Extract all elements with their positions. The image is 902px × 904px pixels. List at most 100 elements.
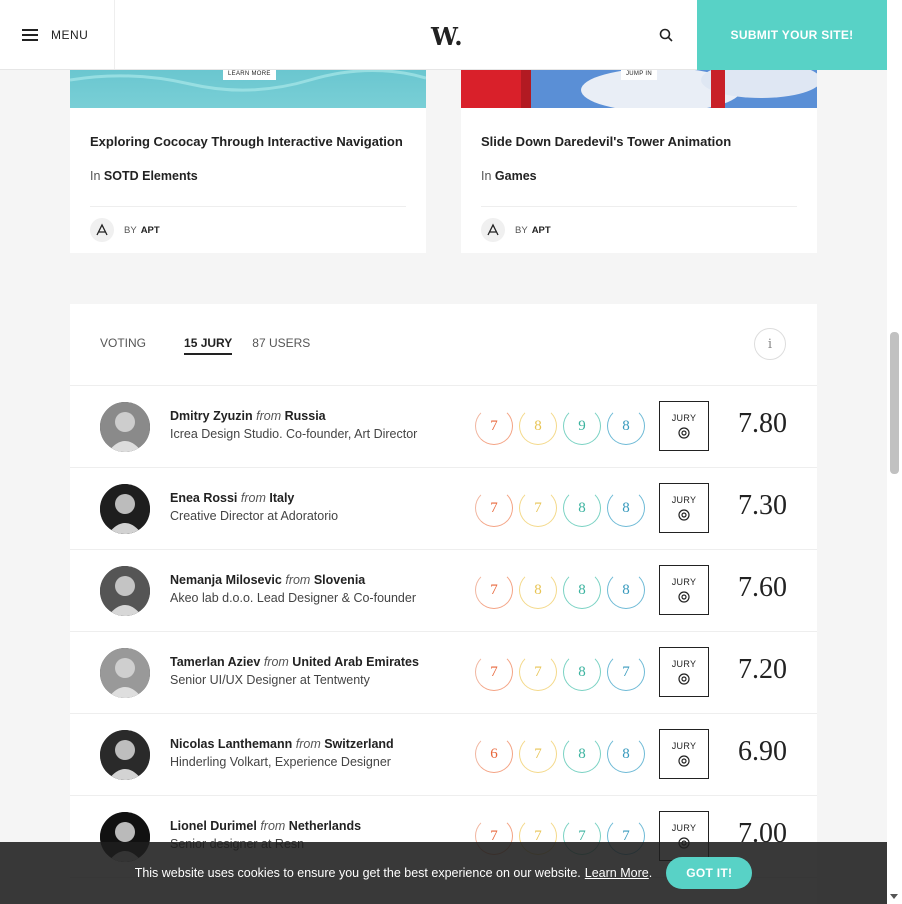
category-prefix: In	[90, 169, 101, 183]
juror-role: Senior UI/UX Designer at Tentwenty	[170, 673, 370, 687]
from-label: from	[256, 409, 282, 423]
from-label: from	[295, 737, 321, 751]
juror-role: Icrea Design Studio. Co-founder, Art Dir…	[170, 427, 418, 441]
juror-avatar[interactable]	[100, 402, 150, 452]
menu-button[interactable]: MENU	[0, 0, 115, 69]
jury-row: Dmitry Zyuzin from Russia Icrea Design St…	[70, 386, 817, 468]
jury-icon	[678, 591, 690, 603]
juror-name[interactable]: Nemanja Milosevic	[170, 573, 282, 587]
jury-label: JURY	[671, 659, 697, 669]
juror-name[interactable]: Dmitry Zyuzin	[170, 409, 253, 423]
accept-cookies-button[interactable]: GOT IT!	[666, 857, 753, 889]
author-line: BY APT	[90, 218, 160, 242]
jury-badge: JURY	[659, 565, 709, 615]
juror-role: Hinderling Volkart, Experience Designer	[170, 755, 391, 769]
juror-country: Russia	[284, 409, 326, 423]
usability-score: 8	[519, 407, 557, 445]
juror-name[interactable]: Enea Rossi	[170, 491, 237, 505]
info-button[interactable]: i	[754, 328, 786, 360]
voting-tabs: VOTING 15 JURY 87 USERS	[100, 336, 330, 355]
usability-score: 7	[519, 653, 557, 691]
author-avatar[interactable]	[481, 218, 505, 242]
juror-name-line: Nicolas Lanthemann from Switzerland	[170, 737, 394, 751]
content-score: 7	[607, 653, 645, 691]
jury-badge: JURY	[659, 647, 709, 697]
divider	[90, 206, 406, 207]
jury-icon	[678, 755, 690, 767]
juror-country: Slovenia	[313, 573, 366, 587]
awwwards-logo[interactable]: W.	[431, 22, 463, 51]
jury-label: JURY	[671, 413, 697, 423]
submit-site-button[interactable]: SUBMIT YOUR SITE!	[697, 0, 887, 70]
jury-row: Nicolas Lanthemann from Switzerland Hinde…	[70, 714, 817, 796]
jury-icon	[678, 427, 690, 439]
scroll-down-arrow-icon[interactable]	[890, 894, 898, 899]
juror-avatar[interactable]	[100, 566, 150, 616]
cookie-text: This website uses cookies to ensure you …	[134, 866, 581, 880]
top-navigation-bar: MENU W. SUBMIT YOUR SITE!	[0, 0, 887, 70]
jury-label: JURY	[671, 577, 697, 587]
juror-role: Akeo lab d.o.o. Lead Designer & Co-found…	[170, 591, 416, 605]
creativity-score: 8	[563, 571, 601, 609]
content-score: 8	[607, 735, 645, 773]
juror-country: Netherlands	[288, 819, 362, 833]
cookie-banner: This website uses cookies to ensure you …	[0, 842, 887, 904]
author-avatar[interactable]	[90, 218, 114, 242]
tab-voting[interactable]: VOTING	[100, 336, 146, 355]
juror-name[interactable]: Nicolas Lanthemann	[170, 737, 292, 751]
juror-country: Switzerland	[324, 737, 394, 751]
search-icon[interactable]	[659, 28, 673, 42]
average-score: 7.60	[738, 572, 787, 603]
author-name[interactable]: APT	[141, 225, 160, 236]
jury-icon	[678, 673, 690, 685]
design-score: 7	[475, 489, 513, 527]
menu-label: MENU	[51, 27, 89, 42]
creativity-score: 9	[563, 407, 601, 445]
period: .	[648, 866, 653, 880]
usability-score: 8	[519, 571, 557, 609]
jury-badge: JURY	[659, 483, 709, 533]
juror-name-line: Lionel Durimel from Netherlands	[170, 819, 361, 833]
author-name[interactable]: APT	[532, 225, 551, 236]
jury-row: Nemanja Milosevic from Slovenia Akeo lab …	[70, 550, 817, 632]
juror-name[interactable]: Lionel Durimel	[170, 819, 257, 833]
jury-badge: JURY	[659, 729, 709, 779]
jury-row: Enea Rossi from Italy Creative Director a…	[70, 468, 817, 550]
voting-panel: VOTING 15 JURY 87 USERS i Dmitry Zyuzin …	[70, 304, 817, 904]
site-title[interactable]: Slide Down Daredevil's Tower Animation	[481, 134, 731, 149]
juror-name-line: Tamerlan Aziev from United Arab Emirates	[170, 655, 419, 669]
by-prefix: BY	[124, 224, 137, 236]
site-category: In Games	[481, 169, 537, 183]
juror-name-line: Nemanja Milosevic from Slovenia	[170, 573, 365, 587]
scrollbar-thumb[interactable]	[890, 332, 899, 474]
content-score: 8	[607, 571, 645, 609]
juror-role: Creative Director at Adoratorio	[170, 509, 339, 523]
usability-score: 7	[519, 489, 557, 527]
divider	[481, 206, 797, 207]
by-prefix: BY	[515, 224, 528, 236]
design-score: 7	[475, 571, 513, 609]
juror-name[interactable]: Tamerlan Aziev	[170, 655, 260, 669]
juror-avatar[interactable]	[100, 730, 150, 780]
jury-icon	[678, 509, 690, 521]
juror-country: Italy	[269, 491, 295, 505]
juror-name-line: Enea Rossi from Italy	[170, 491, 294, 505]
juror-avatar[interactable]	[100, 648, 150, 698]
scrollbar[interactable]	[887, 0, 902, 904]
site-category: In SOTD Elements	[90, 169, 198, 183]
design-score: 7	[475, 407, 513, 445]
category-link[interactable]: SOTD Elements	[104, 169, 198, 183]
design-score: 6	[475, 735, 513, 773]
average-score: 7.20	[738, 654, 787, 685]
from-label: from	[260, 819, 286, 833]
learn-more-link[interactable]: Learn More	[585, 866, 649, 880]
category-link[interactable]: Games	[495, 169, 537, 183]
jury-label: JURY	[671, 741, 697, 751]
juror-avatar[interactable]	[100, 484, 150, 534]
tab-users[interactable]: 87 USERS	[252, 336, 310, 355]
jury-label: JURY	[671, 495, 697, 505]
juror-name-line: Dmitry Zyuzin from Russia	[170, 409, 326, 423]
category-prefix: In	[481, 169, 492, 183]
tab-jury[interactable]: 15 JURY	[184, 336, 233, 355]
site-title[interactable]: Exploring Cococay Through Interactive Na…	[90, 134, 403, 149]
